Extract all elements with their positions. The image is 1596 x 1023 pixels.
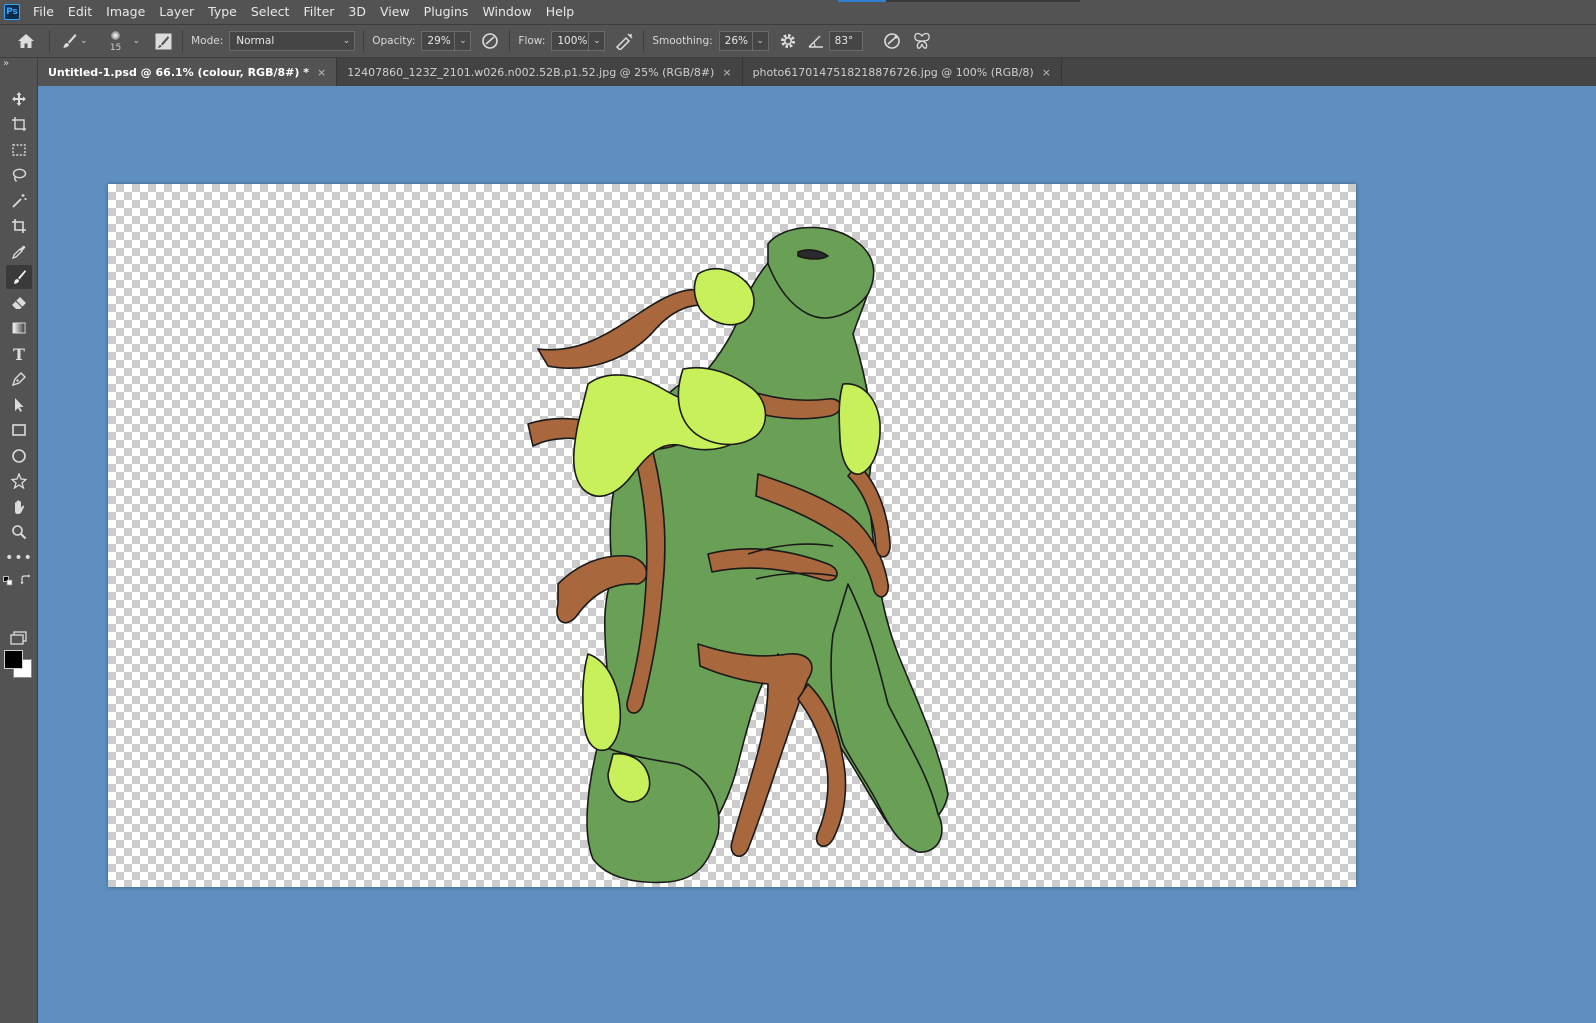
- brush-size-picker[interactable]: 15: [102, 26, 130, 56]
- screen-mode-icon[interactable]: [6, 626, 32, 650]
- smoothing-value: 26%: [724, 35, 748, 47]
- separator: [182, 30, 184, 52]
- smoothing-input[interactable]: 26%: [718, 31, 753, 51]
- more-tools-icon[interactable]: •••: [5, 546, 32, 570]
- flow-value: 100%: [557, 35, 588, 47]
- opacity-label: Opacity:: [372, 35, 416, 47]
- flow-slider-toggle[interactable]: ⌄: [589, 31, 606, 51]
- mode-value: Normal: [236, 35, 275, 47]
- opacity-slider-toggle[interactable]: ⌄: [455, 31, 472, 51]
- menu-filter[interactable]: Filter: [296, 0, 341, 24]
- chevron-down-icon: ⌄: [756, 36, 764, 46]
- move-tool-icon[interactable]: [6, 87, 32, 111]
- document-tab-label: photo6170147518218876726.jpg @ 100% (RGB…: [752, 65, 1034, 79]
- eyedropper-tool-icon[interactable]: [6, 240, 32, 264]
- options-bar: ⌄ 15 ⌄ Mode: Normal ⌄ Opacity: 29% ⌄ Flo…: [0, 24, 1596, 58]
- document-tab-bar: Untitled-1.psd @ 66.1% (colour, RGB/8#) …: [38, 58, 1596, 86]
- swap-colors-icon[interactable]: [20, 574, 32, 586]
- brush-size-value: 15: [109, 43, 122, 53]
- magic-wand-tool-icon[interactable]: [6, 189, 32, 213]
- menu-help[interactable]: Help: [539, 0, 582, 24]
- collapse-panel-icon[interactable]: »: [3, 58, 9, 69]
- custom-shape-tool-icon[interactable]: [6, 469, 32, 493]
- brush-settings-panel-icon[interactable]: [152, 30, 174, 52]
- hand-tool-icon[interactable]: [6, 495, 32, 519]
- menu-image[interactable]: Image: [99, 0, 152, 24]
- title-strip: [886, 0, 1080, 2]
- photoshop-logo-icon[interactable]: Ps: [4, 4, 20, 20]
- zoom-tool-icon[interactable]: [6, 520, 32, 544]
- brush-preset-chevron-icon[interactable]: ⌄: [80, 36, 88, 46]
- document-tab-label: 12407860_123Z_2101.w026.n002.52B.p1.52.j…: [347, 65, 715, 79]
- pen-tool-icon[interactable]: [6, 367, 32, 391]
- brush-angle-value: 83°: [834, 35, 854, 47]
- separator: [643, 30, 645, 52]
- pressure-opacity-icon[interactable]: [479, 30, 501, 52]
- smoothing-label: Smoothing:: [652, 35, 713, 47]
- flow-label: Flow:: [518, 35, 546, 47]
- mode-label: Mode:: [191, 35, 224, 47]
- chevron-down-icon: ⌄: [593, 36, 601, 46]
- separator: [509, 30, 511, 52]
- flow-input[interactable]: 100%: [551, 31, 590, 51]
- canvas-workspace[interactable]: [38, 86, 1596, 1023]
- close-icon[interactable]: ×: [317, 66, 326, 79]
- swamp-creature-artwork: [527, 226, 949, 884]
- brush-angle-input[interactable]: 83°: [828, 31, 863, 51]
- path-selection-tool-icon[interactable]: [6, 393, 32, 417]
- brush-angle-icon: [805, 30, 827, 52]
- moss-top: [693, 267, 755, 326]
- document-canvas[interactable]: [108, 184, 1356, 887]
- crop-tool-icon[interactable]: [6, 214, 32, 238]
- menu-3d[interactable]: 3D: [341, 0, 373, 24]
- document-tab-untitled-1[interactable]: Untitled-1.psd @ 66.1% (colour, RGB/8#) …: [38, 58, 338, 86]
- chevron-down-icon: ⌄: [342, 36, 351, 46]
- separator: [363, 30, 365, 52]
- rectangle-tool-icon[interactable]: [6, 418, 32, 442]
- moss-shoulder-right: [838, 383, 881, 475]
- pressure-size-icon[interactable]: [881, 30, 903, 52]
- opacity-input[interactable]: 29%: [421, 31, 456, 51]
- tools-panel: » T •••: [0, 58, 38, 1023]
- close-icon[interactable]: ×: [1042, 66, 1051, 79]
- type-tool-icon[interactable]: T: [6, 342, 32, 366]
- menu-file[interactable]: File: [26, 0, 61, 24]
- artboard-tool-icon[interactable]: [6, 112, 32, 136]
- menu-view[interactable]: View: [373, 0, 417, 24]
- menu-layer[interactable]: Layer: [152, 0, 201, 24]
- menu-edit[interactable]: Edit: [61, 0, 99, 24]
- default-colors-icon[interactable]: [3, 575, 13, 586]
- brush-preset-icon[interactable]: [58, 30, 80, 52]
- document-tab-photo[interactable]: photo6170147518218876726.jpg @ 100% (RGB…: [742, 58, 1062, 86]
- airbrush-icon[interactable]: [613, 30, 635, 52]
- menu-plugins[interactable]: Plugins: [417, 0, 476, 24]
- chevron-down-icon: ⌄: [459, 36, 467, 46]
- document-tab-label: Untitled-1.psd @ 66.1% (colour, RGB/8#) …: [48, 65, 309, 79]
- brush-size-chevron-icon[interactable]: ⌄: [133, 36, 141, 46]
- smoothing-options-gear-icon[interactable]: [777, 30, 799, 52]
- foreground-color-swatch[interactable]: [4, 650, 23, 669]
- opacity-value: 29%: [427, 35, 451, 47]
- home-icon[interactable]: [15, 30, 37, 52]
- lasso-tool-icon[interactable]: [6, 163, 32, 187]
- menu-window[interactable]: Window: [475, 0, 538, 24]
- menu-type[interactable]: Type: [201, 0, 244, 24]
- document-tab-12407860[interactable]: 12407860_123Z_2101.w026.n002.52B.p1.52.j…: [337, 58, 743, 86]
- separator: [49, 30, 50, 52]
- smoothing-slider-toggle[interactable]: ⌄: [752, 31, 769, 51]
- brush-tool-icon[interactable]: [6, 265, 32, 289]
- ellipse-tool-icon[interactable]: [6, 444, 32, 468]
- menu-bar: Ps File Edit Image Layer Type Select Fil…: [0, 0, 1596, 24]
- rectangular-marquee-tool-icon[interactable]: [6, 138, 32, 162]
- menu-select[interactable]: Select: [244, 0, 297, 24]
- mode-dropdown[interactable]: Normal ⌄: [229, 31, 356, 51]
- title-strip-accent: [838, 0, 886, 2]
- gradient-tool-icon[interactable]: [6, 316, 32, 340]
- brush-tip-icon: [110, 31, 120, 40]
- roots-1: [537, 288, 724, 369]
- close-icon[interactable]: ×: [722, 66, 731, 79]
- eraser-tool-icon[interactable]: [6, 291, 32, 315]
- symmetry-butterfly-icon[interactable]: [911, 30, 933, 52]
